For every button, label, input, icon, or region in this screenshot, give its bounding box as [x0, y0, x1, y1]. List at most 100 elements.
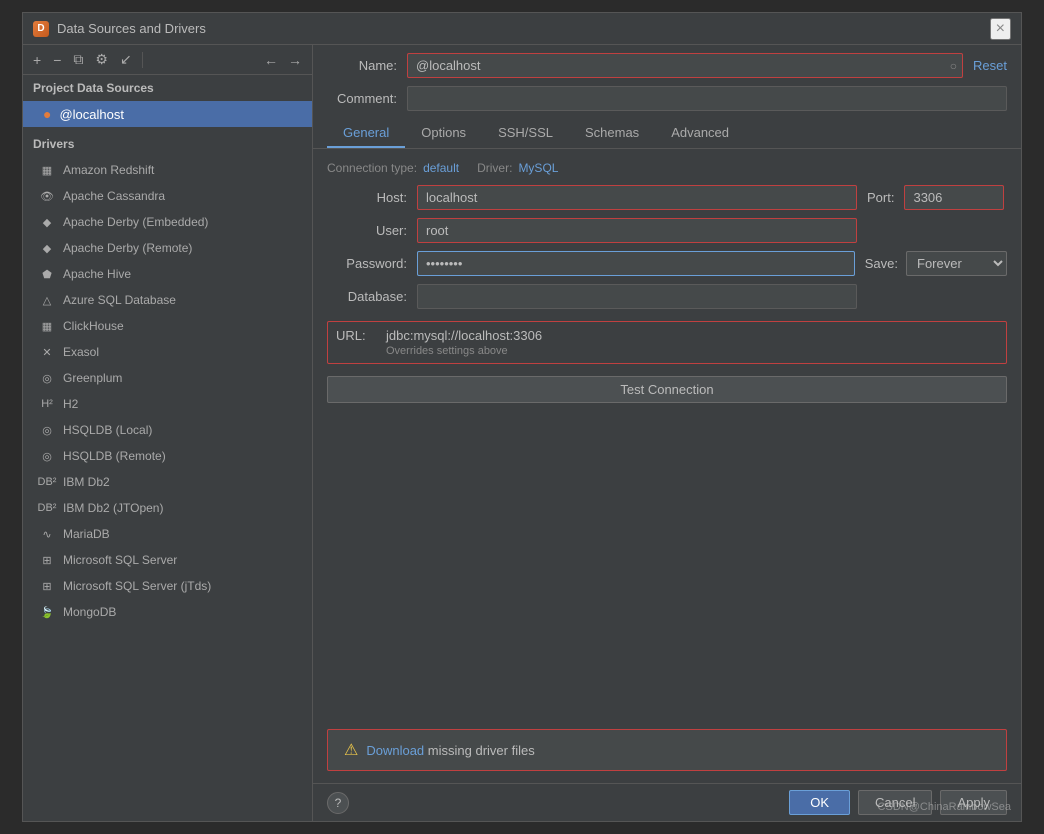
driver-item[interactable]: ▦ Amazon Redshift — [23, 157, 312, 183]
datasource-item-localhost[interactable]: ● @localhost — [23, 101, 312, 127]
driver-icon: 🍃 — [39, 604, 55, 620]
add-datasource-button[interactable]: + — [29, 50, 45, 70]
url-override-text: Overrides settings above — [386, 345, 998, 357]
host-port-row: Host: Port: — [327, 185, 1007, 210]
password-label: Password: — [327, 256, 407, 271]
driver-icon: ✕ — [39, 344, 55, 360]
download-bar: ⚠ Download missing driver files — [327, 729, 1007, 771]
driver-icon: ▦ — [39, 318, 55, 334]
driver-icon: H² — [39, 396, 55, 412]
driver-name: Azure SQL Database — [63, 293, 176, 307]
url-section: URL: jdbc:mysql://localhost:3306 Overrid… — [327, 321, 1007, 364]
right-header: Name: ○ Reset Comment: GeneralOptionsSSH… — [313, 45, 1021, 149]
driver-item[interactable]: △ Azure SQL Database — [23, 287, 312, 313]
host-input[interactable] — [417, 185, 857, 210]
driver-item[interactable]: ⬟ Apache Hive — [23, 261, 312, 287]
driver-icon: DB² — [39, 500, 55, 516]
help-button[interactable]: ? — [327, 792, 349, 814]
remove-datasource-button[interactable]: − — [49, 50, 65, 70]
tab-schemas[interactable]: Schemas — [569, 119, 655, 148]
user-row: User: — [327, 218, 1007, 243]
import-button[interactable]: ↙ — [116, 49, 136, 70]
name-input[interactable] — [407, 53, 963, 78]
driver-item[interactable]: DB² IBM Db2 — [23, 469, 312, 495]
copy-datasource-button[interactable]: ⧉ — [69, 49, 87, 70]
driver-icon: ▦ — [39, 162, 55, 178]
toolbar-separator — [142, 52, 143, 68]
back-button[interactable]: ← — [260, 50, 282, 70]
right-panel: Name: ○ Reset Comment: GeneralOptionsSSH… — [313, 45, 1021, 821]
driver-item[interactable]: DB² IBM Db2 (JTOpen) — [23, 495, 312, 521]
driver-item[interactable]: ◆ Apache Derby (Embedded) — [23, 209, 312, 235]
download-text: Download missing driver files — [366, 743, 534, 758]
settings-button[interactable]: ⚙ — [91, 49, 112, 70]
driver-icon: ◆ — [39, 240, 55, 256]
drivers-section: Drivers ▦ Amazon Redshift 👁 Apache Cassa… — [23, 127, 312, 625]
host-label: Host: — [327, 190, 407, 205]
driver-name: Apache Derby (Embedded) — [63, 215, 208, 229]
driver-name: Microsoft SQL Server (jTds) — [63, 579, 211, 593]
tab-general[interactable]: General — [327, 119, 405, 148]
comment-input[interactable] — [407, 86, 1007, 111]
driver-icon: ◎ — [39, 448, 55, 464]
driver-icon: DB² — [39, 474, 55, 490]
password-row: Password: Save: ForeverUntil restartNeve… — [327, 251, 1007, 276]
driver-name: IBM Db2 — [63, 475, 110, 489]
close-button[interactable]: × — [990, 18, 1011, 40]
save-label: Save: — [865, 256, 898, 271]
database-row: Database: — [327, 284, 1007, 309]
left-toolbar: + − ⧉ ⚙ ↙ ← → — [23, 45, 312, 75]
driver-item[interactable]: ▦ ClickHouse — [23, 313, 312, 339]
driver-icon: ⬟ — [39, 266, 55, 282]
port-input[interactable] — [904, 185, 1004, 210]
driver-item[interactable]: ◎ Greenplum — [23, 365, 312, 391]
comment-row: Comment: — [327, 86, 1007, 111]
tab-ssh_ssl[interactable]: SSH/SSL — [482, 119, 569, 148]
dialog: D Data Sources and Drivers × + − ⧉ ⚙ ↙ ←… — [22, 12, 1022, 822]
driver-item[interactable]: ◎ HSQLDB (Remote) — [23, 443, 312, 469]
clear-name-icon[interactable]: ○ — [950, 59, 957, 73]
spacer — [327, 415, 1007, 729]
test-connection-button[interactable]: Test Connection — [327, 376, 1007, 403]
tabs-container: GeneralOptionsSSH/SSLSchemasAdvanced — [327, 119, 745, 148]
driver-item[interactable]: 👁 Apache Cassandra — [23, 183, 312, 209]
driver-icon: ◎ — [39, 370, 55, 386]
driver-item[interactable]: 🍃 MongoDB — [23, 599, 312, 625]
driver-item[interactable]: ◎ HSQLDB (Local) — [23, 417, 312, 443]
dialog-title: Data Sources and Drivers — [57, 21, 206, 36]
reset-button[interactable]: Reset — [973, 58, 1007, 73]
url-value: jdbc:mysql://localhost:3306 — [386, 328, 998, 343]
driver-name: Microsoft SQL Server — [63, 553, 177, 567]
drivers-section-header: Drivers — [23, 131, 312, 157]
forward-button[interactable]: → — [284, 50, 306, 70]
tab-advanced[interactable]: Advanced — [655, 119, 745, 148]
password-input[interactable] — [417, 251, 855, 276]
connection-type-row: Connection type: default Driver: MySQL — [327, 161, 1007, 175]
driver-icon: ∿ — [39, 526, 55, 542]
driver-item[interactable]: H² H2 — [23, 391, 312, 417]
watermark: CSDN@ChinaRainbowSea — [878, 801, 1011, 813]
port-group: Port: — [867, 185, 1004, 210]
name-label: Name: — [327, 58, 397, 73]
driver-item[interactable]: ⊞ Microsoft SQL Server — [23, 547, 312, 573]
driver-item[interactable]: ∿ MariaDB — [23, 521, 312, 547]
comment-label: Comment: — [327, 91, 397, 106]
toolbar-nav: ← → — [260, 50, 306, 70]
driver-icon: △ — [39, 292, 55, 308]
driver-item[interactable]: ⊞ Microsoft SQL Server (jTds) — [23, 573, 312, 599]
datasource-icon: ● — [43, 106, 51, 122]
database-input[interactable] — [417, 284, 857, 309]
download-link[interactable]: Download — [366, 743, 424, 758]
connection-type-label: Connection type: — [327, 161, 417, 175]
tab-options[interactable]: Options — [405, 119, 482, 148]
user-input[interactable] — [417, 218, 857, 243]
name-row: Name: ○ Reset — [327, 53, 1007, 78]
database-label: Database: — [327, 289, 407, 304]
name-input-wrap: ○ — [407, 53, 963, 78]
driver-item[interactable]: ◆ Apache Derby (Remote) — [23, 235, 312, 261]
driver-item[interactable]: ✕ Exasol — [23, 339, 312, 365]
save-select[interactable]: ForeverUntil restartNever — [906, 251, 1007, 276]
ok-button[interactable]: OK — [789, 790, 850, 815]
warning-icon: ⚠ — [344, 740, 358, 760]
user-label: User: — [327, 223, 407, 238]
